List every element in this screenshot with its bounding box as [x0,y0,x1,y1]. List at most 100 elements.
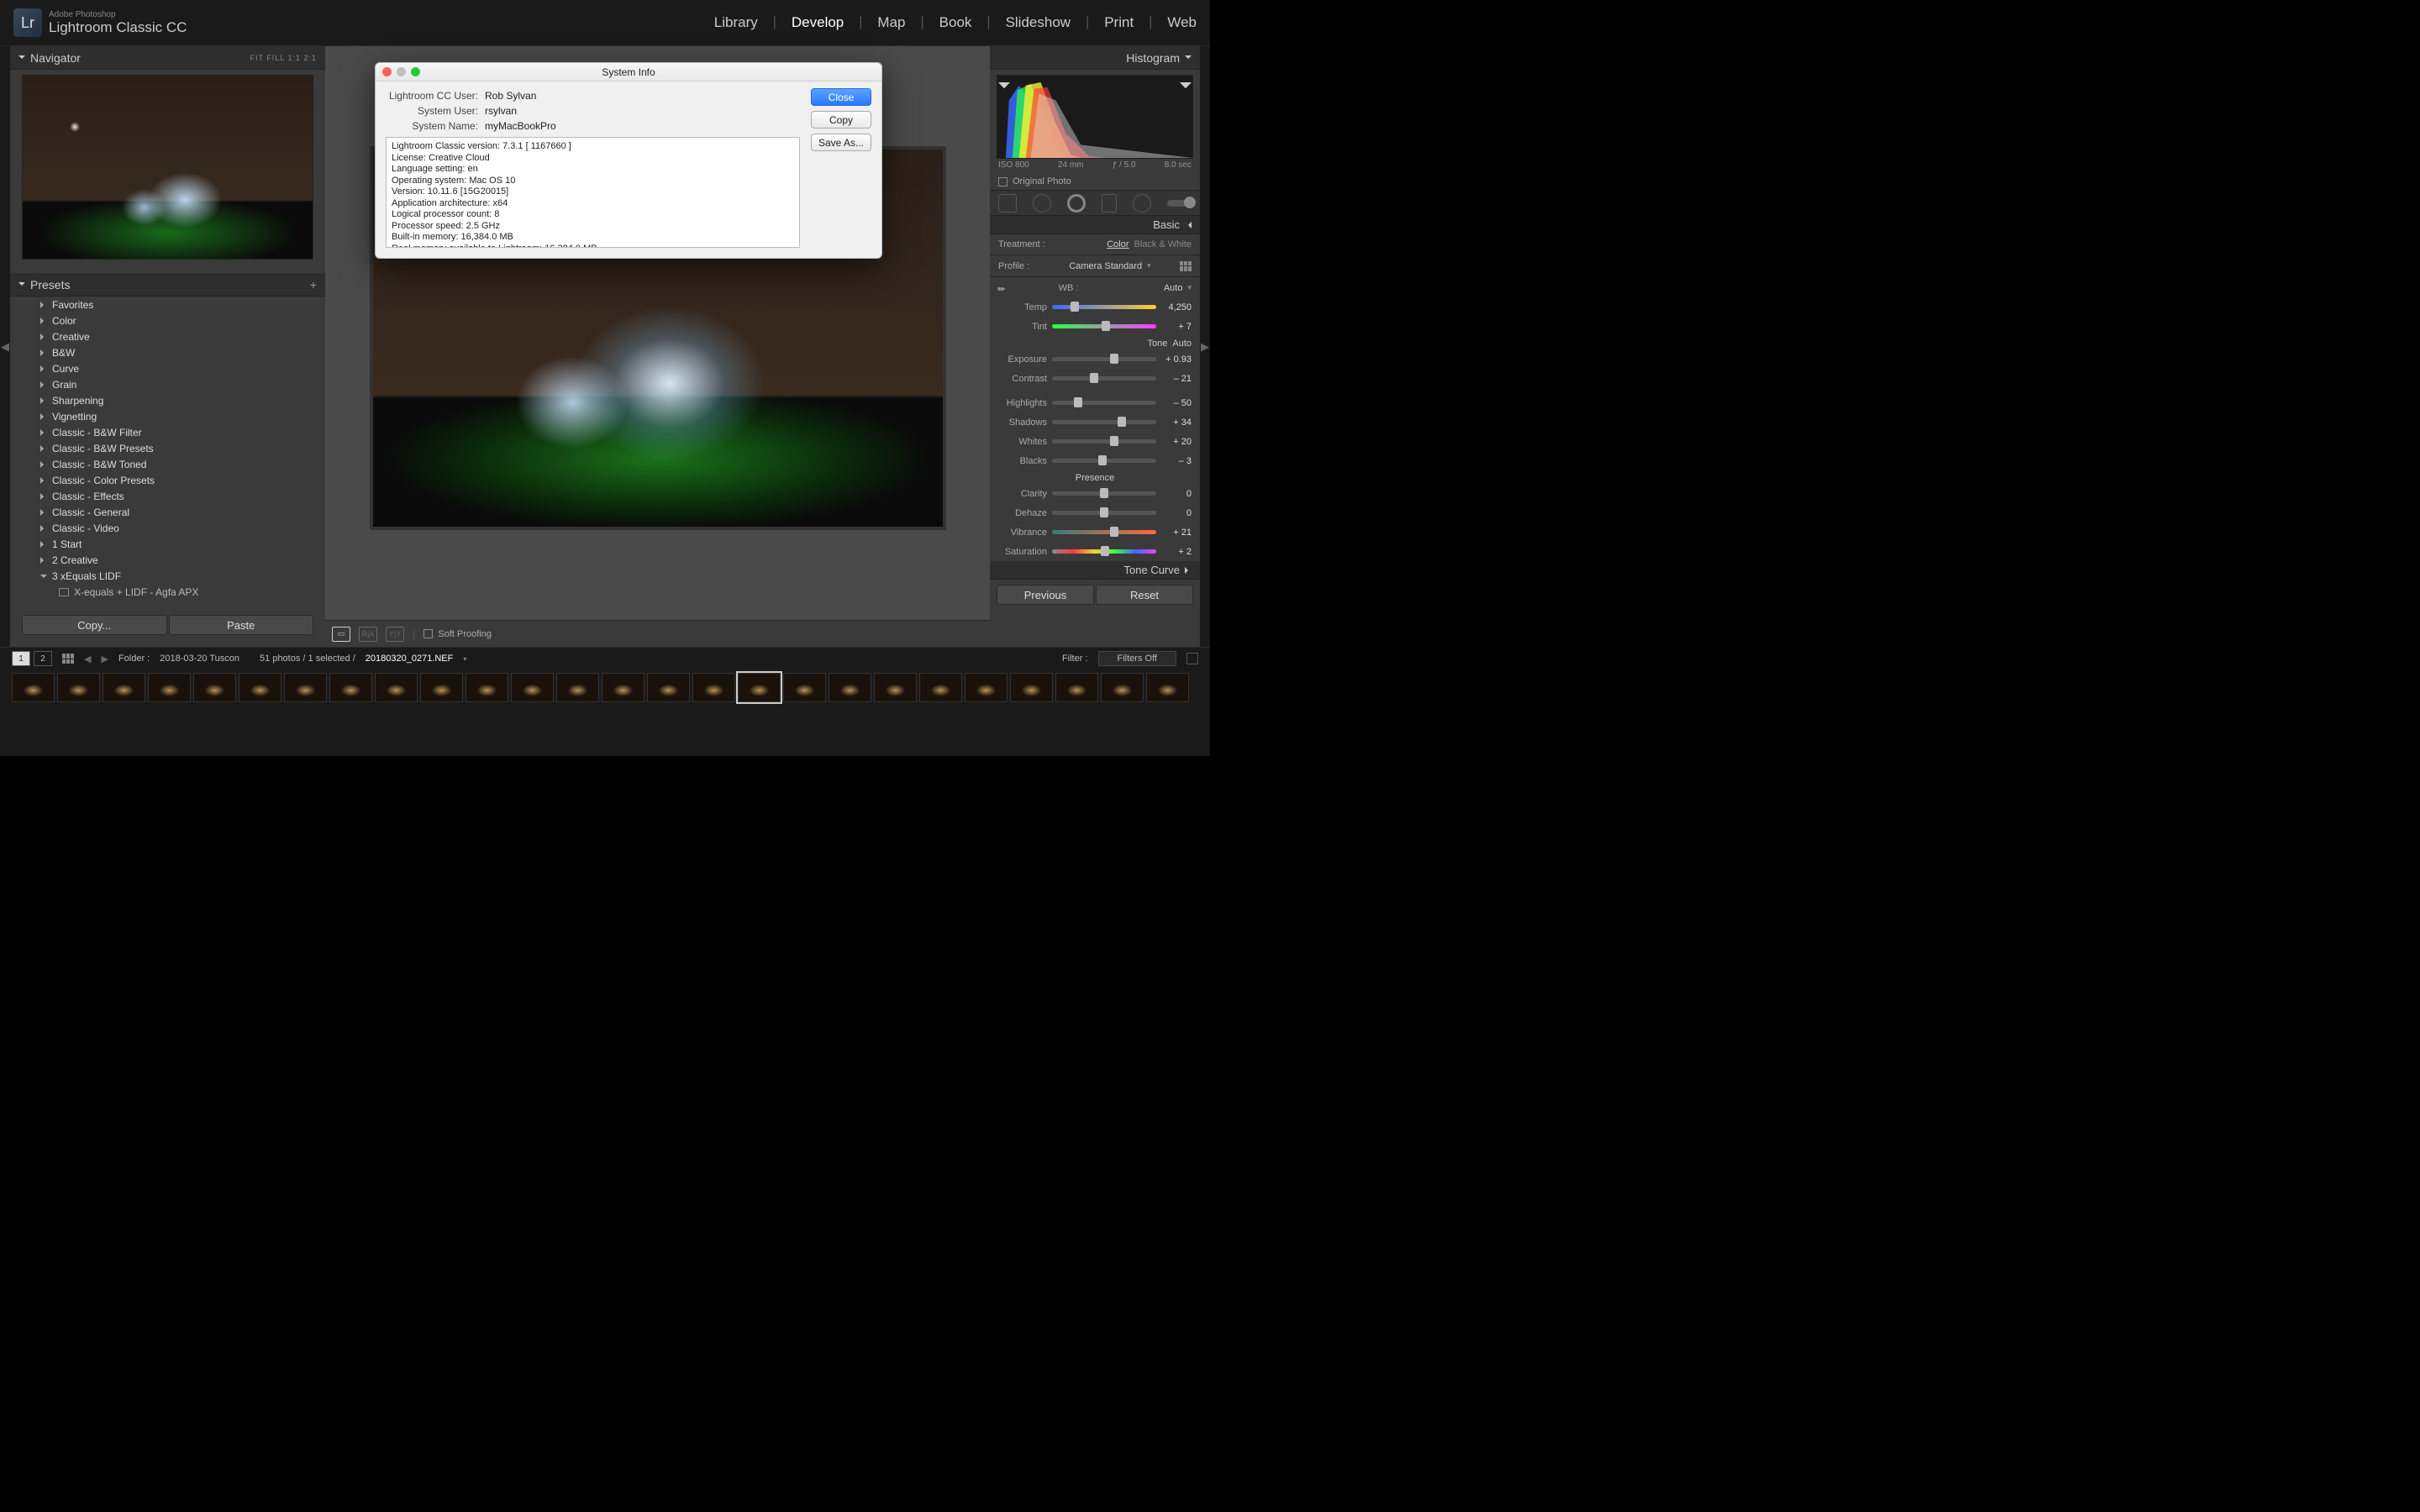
filter-dropdown[interactable]: Filters Off [1098,651,1176,666]
blacks-slider[interactable] [1052,459,1156,463]
loupe-view-icon[interactable]: ▭ [332,627,350,642]
filmstrip-thumb[interactable] [874,673,917,702]
shadows-slider[interactable] [1052,420,1156,424]
preset-group[interactable]: Classic - Effects [10,488,325,504]
histogram[interactable] [997,75,1193,159]
filmstrip-thumb[interactable] [556,673,599,702]
radial-tool-icon[interactable] [1133,194,1151,213]
compare-icon[interactable]: Y|Y [386,627,404,642]
preset-group[interactable]: Creative [10,328,325,344]
system-info-textarea[interactable]: Lightroom Classic version: 7.3.1 [ 11676… [386,137,800,248]
preset-group[interactable]: Classic - B&W Toned [10,456,325,472]
preset-group[interactable]: Classic - B&W Presets [10,440,325,456]
disclosure-icon[interactable] [18,282,25,289]
filmstrip-thumb[interactable] [193,673,236,702]
navigator-zoom-opts[interactable]: FIT FILL 1:1 2:1 [250,54,317,62]
tint-slider[interactable] [1052,324,1156,328]
module-slideshow[interactable]: Slideshow [1006,14,1071,31]
dehaze-value[interactable]: 0 [1161,508,1192,518]
navigator-thumbnail[interactable] [22,75,313,260]
preset-group[interactable]: Color [10,312,325,328]
wb-picker-icon[interactable]: ✎ [995,277,1016,298]
preset-group[interactable]: Classic - Video [10,520,325,536]
tone-auto[interactable]: Auto [1172,339,1200,349]
preset-group[interactable]: Classic - Color Presets [10,472,325,488]
exposure-slider[interactable] [1052,357,1156,361]
disclosure-icon[interactable] [18,55,25,62]
filmstrip-thumb[interactable] [329,673,372,702]
window-zoom-icon[interactable] [411,67,420,76]
saturation-slider[interactable] [1052,549,1156,554]
filmstrip-thumb[interactable] [1146,673,1189,702]
collapse-right-icon[interactable]: ▶ [1200,46,1210,647]
disclosure-icon[interactable] [1185,567,1192,574]
filmstrip-thumb[interactable] [1101,673,1144,702]
preset-group[interactable]: Classic - General [10,504,325,520]
treatment-bw[interactable]: Black & White [1134,239,1192,249]
crop-tool-icon[interactable] [998,194,1017,213]
clarity-value[interactable]: 0 [1161,489,1192,499]
saturation-value[interactable]: + 2 [1161,547,1192,557]
folder-name[interactable]: 2018-03-20 Tuscon [160,654,239,664]
wb-auto[interactable]: Auto [1164,283,1183,293]
collapse-left-icon[interactable]: ◀ [0,46,10,647]
brush-size-slider[interactable] [1167,200,1192,207]
preset-group[interactable]: Classic - B&W Filter [10,424,325,440]
dialog-titlebar[interactable]: System Info [376,63,881,81]
filmstrip-thumb[interactable] [829,673,871,702]
preset-group[interactable]: Curve [10,360,325,376]
previous-button[interactable]: Previous [997,585,1094,605]
window-close-icon[interactable] [382,67,392,76]
monitor-2[interactable]: 2 [34,651,52,666]
vibrance-value[interactable]: + 21 [1161,528,1192,538]
paste-settings-button[interactable]: Paste [169,615,314,635]
blacks-value[interactable]: – 3 [1161,456,1192,466]
filmstrip-thumb[interactable] [12,673,55,702]
filmstrip-thumb[interactable] [1010,673,1053,702]
module-web[interactable]: Web [1167,14,1197,31]
filmstrip-thumb[interactable] [692,673,735,702]
monitor-1[interactable]: 1 [12,651,30,666]
module-library[interactable]: Library [714,14,758,31]
filmstrip-thumb[interactable] [375,673,418,702]
reset-button[interactable]: Reset [1096,585,1193,605]
filmstrip-thumb[interactable] [148,673,191,702]
filmstrip-thumb[interactable] [103,673,145,702]
preset-group[interactable]: Vignetting [10,408,325,424]
dehaze-slider[interactable] [1052,511,1156,515]
treatment-color[interactable]: Color [1107,239,1128,249]
exposure-value[interactable]: + 0.93 [1161,354,1192,365]
add-preset-icon[interactable]: + [310,278,317,291]
highlights-value[interactable]: – 50 [1161,398,1192,408]
current-file[interactable]: 20180320_0271.NEF [366,654,454,664]
filmstrip-thumb[interactable] [965,673,1007,702]
filmstrip-thumb[interactable] [602,673,644,702]
tint-value[interactable]: + 7 [1161,322,1192,332]
filmstrip-thumb[interactable] [647,673,690,702]
filmstrip-thumb[interactable] [57,673,100,702]
preset-group[interactable]: 1 Start [10,536,325,552]
nav-back-icon[interactable]: ◀ [84,654,91,664]
temp-slider[interactable] [1052,305,1156,309]
shadows-value[interactable]: + 34 [1161,417,1192,428]
disclosure-icon[interactable] [1185,222,1192,228]
highlights-slider[interactable] [1052,401,1156,405]
vibrance-slider[interactable] [1052,530,1156,534]
filmstrip-thumb[interactable] [239,673,281,702]
clarity-slider[interactable] [1052,491,1156,496]
preset-group[interactable]: Sharpening [10,392,325,408]
filmstrip-thumb[interactable] [511,673,554,702]
profile-dropdown[interactable]: Camera Standard [1069,261,1142,271]
filmstrip-thumb[interactable] [738,673,781,702]
whites-value[interactable]: + 20 [1161,437,1192,447]
filmstrip-thumb[interactable] [466,673,508,702]
preset-group[interactable]: Grain [10,376,325,392]
contrast-slider[interactable] [1052,376,1156,381]
preset-group[interactable]: 2 Creative [10,552,325,568]
filmstrip-thumb[interactable] [1055,673,1098,702]
before-after-icon[interactable]: R|A [359,627,377,642]
module-develop[interactable]: Develop [792,14,844,31]
filter-lock-icon[interactable] [1186,653,1198,664]
redeye-tool-icon[interactable] [1067,194,1086,213]
dialog-copy-button[interactable]: Copy [811,111,871,129]
